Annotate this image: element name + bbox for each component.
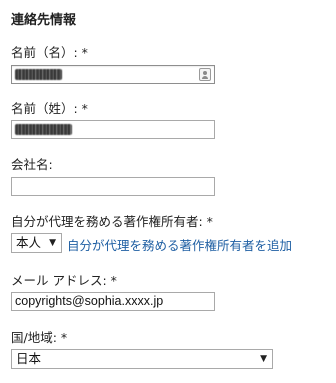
country-select[interactable]: 日本 ▼: [11, 349, 273, 369]
dropdown-arrow-icon: ▼: [260, 354, 267, 364]
agent-select[interactable]: 本人 ▼: [11, 233, 62, 253]
redacted-value: [15, 69, 62, 80]
contact-card-icon[interactable]: [199, 68, 211, 81]
country-selected-value: 日本: [16, 351, 42, 366]
add-copyright-owner-link[interactable]: 自分が代理を務める著作権所有者を追加: [67, 235, 292, 254]
agent-selected-value: 本人: [16, 235, 42, 250]
company-label: 会社名:: [11, 157, 53, 172]
first-name-field[interactable]: [11, 65, 215, 84]
company-field[interactable]: [11, 177, 215, 196]
redacted-value: [15, 124, 72, 135]
agent-label: 自分が代理を務める著作権所有者: *: [11, 214, 213, 229]
last-name-field[interactable]: [11, 120, 215, 139]
email-field[interactable]: copyrights@sophia.xxxx.jp: [11, 292, 215, 311]
first-name-label: 名前（名）: *: [11, 45, 88, 60]
last-name-label: 名前（姓）: *: [11, 101, 88, 116]
section-title: 連絡先情報: [11, 13, 77, 28]
email-label: メール アドレス: *: [11, 273, 117, 288]
country-label: 国/地域: *: [11, 330, 68, 345]
dropdown-arrow-icon: ▼: [49, 238, 56, 248]
